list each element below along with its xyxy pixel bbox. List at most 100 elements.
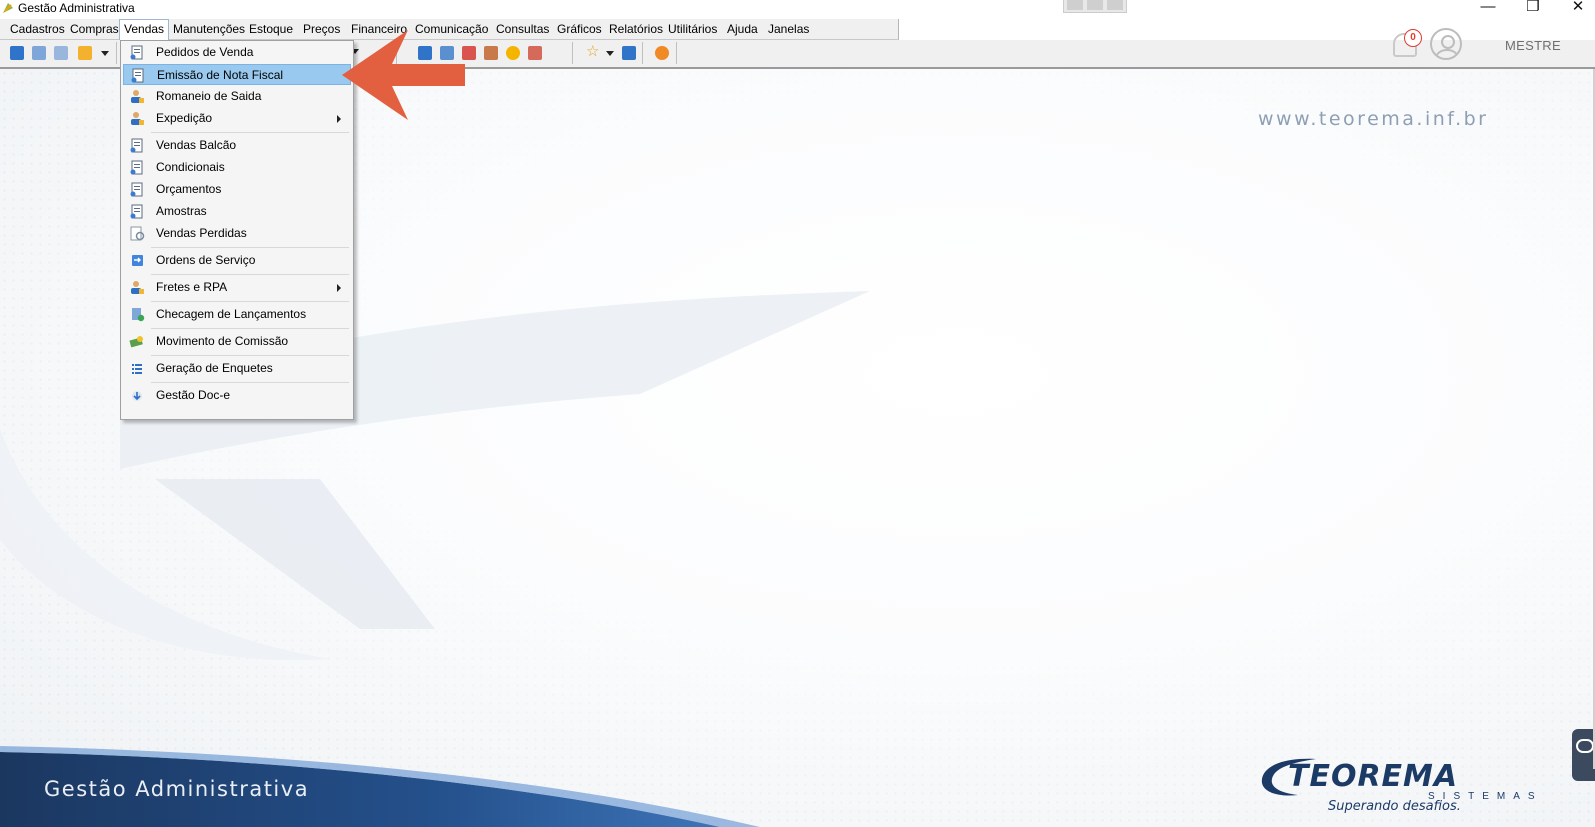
- menu-item-label: Fretes e RPA: [156, 280, 228, 294]
- info-icon[interactable]: [622, 46, 636, 60]
- menu-estoque[interactable]: Estoque: [245, 20, 297, 38]
- brand-name: TEOREMA: [1288, 759, 1459, 794]
- menu-separator: [151, 247, 349, 248]
- star-icon[interactable]: ☆: [586, 44, 600, 59]
- menu-item-label: Emissão de Nota Fiscal: [157, 68, 284, 82]
- sales-document-icon: [131, 68, 144, 83]
- card-icon[interactable]: [54, 46, 68, 60]
- menu-item-label: Vendas Perdidas: [156, 226, 247, 240]
- menu-item-label: Romaneio de Saida: [156, 89, 262, 103]
- menu-item-checagem-de-lancamentos[interactable]: Checagem de Lançamentos: [123, 304, 351, 325]
- lock-icon[interactable]: [506, 46, 520, 60]
- notification-badge: 0: [1404, 29, 1422, 47]
- menu-item-label: Movimento de Comissão: [156, 334, 289, 348]
- menu-item-label: Vendas Balcão: [156, 138, 237, 152]
- schedule-icon[interactable]: [484, 46, 498, 60]
- restore-button[interactable]: ❐: [1510, 0, 1556, 18]
- menu-separator: [151, 328, 349, 329]
- sales-document-icon: [130, 45, 143, 60]
- menu-item-label: Orçamentos: [156, 182, 222, 196]
- menu-item-expedicao[interactable]: Expedição: [123, 108, 351, 129]
- sales-document-icon: [130, 182, 143, 197]
- sales-document-icon: [130, 204, 143, 219]
- menu-separator: [151, 355, 349, 356]
- vendas-dropdown-menu: Pedidos de Venda Emissão de Nota Fiscal …: [120, 40, 354, 420]
- brand-logo: TEOREMA SISTEMAS Superando desafios.: [1258, 749, 1558, 827]
- menu-separator: [151, 132, 349, 133]
- menu-item-label: Ordens de Serviço: [156, 253, 256, 267]
- notifications-bell[interactable]: 0: [1390, 29, 1422, 59]
- check-document-icon: [132, 308, 145, 322]
- menu-item-label: Checagem de Lançamentos: [156, 307, 307, 321]
- menu-consultas[interactable]: Consultas: [492, 20, 553, 38]
- lost-sales-icon: [130, 226, 145, 241]
- menu-ajuda[interactable]: Ajuda: [723, 20, 762, 38]
- website-url: www.teorema.inf.br: [1258, 108, 1489, 130]
- menu-graficos[interactable]: Gráficos: [553, 20, 606, 38]
- power-icon[interactable]: [655, 46, 669, 60]
- menu-item-vendas-balcao[interactable]: Vendas Balcão: [123, 135, 351, 156]
- menu-relatorios[interactable]: Relatórios: [605, 20, 667, 38]
- brand-tagline: Superando desafios.: [1328, 799, 1461, 814]
- menu-vendas[interactable]: Vendas: [119, 19, 170, 40]
- service-order-icon: [132, 255, 143, 266]
- pointer-arrow-icon: [342, 30, 465, 120]
- toolbar-group-favorites: ☆: [580, 42, 643, 64]
- menu-item-vendas-perdidas[interactable]: Vendas Perdidas: [123, 223, 351, 244]
- menu-separator: [151, 382, 349, 383]
- chart-people-icon[interactable]: [32, 46, 46, 60]
- person-icon: [131, 281, 144, 294]
- menu-separator: [151, 274, 349, 275]
- embedded-window-controls[interactable]: [1063, 0, 1127, 13]
- menu-item-geracao-de-enquetes[interactable]: Geração de Enquetes: [123, 358, 351, 379]
- menu-item-condicionais[interactable]: Condicionais: [123, 157, 351, 178]
- remote-support-icon: [1576, 739, 1594, 753]
- doc-e-icon: [132, 391, 142, 401]
- chevron-down-icon[interactable]: [606, 51, 614, 56]
- menu-cadastros[interactable]: Cadastros: [6, 20, 69, 38]
- person-icon: [131, 112, 144, 125]
- list-icon: [132, 364, 142, 374]
- menu-utilitarios[interactable]: Utilitários: [664, 20, 721, 38]
- menu-item-amostras[interactable]: Amostras: [123, 201, 351, 222]
- menu-item-label: Geração de Enquetes: [156, 361, 273, 375]
- menu-separator: [151, 301, 349, 302]
- money-icon: [129, 336, 143, 348]
- chevron-down-icon[interactable]: [101, 51, 109, 56]
- menu-item-gestao-doc-e[interactable]: Gestão Doc-e: [123, 385, 351, 406]
- menu-item-label: Expedição: [156, 111, 213, 125]
- app-caption: Gestão Administrativa: [44, 777, 310, 801]
- menu-janelas[interactable]: Janelas: [764, 20, 813, 38]
- close-button[interactable]: ✕: [1555, 0, 1595, 18]
- menu-item-label: Condicionais: [156, 160, 225, 174]
- menu-item-movimento-de-comissao[interactable]: Movimento de Comissão: [123, 331, 351, 352]
- tasks-icon[interactable]: [78, 46, 92, 60]
- menu-item-label: Amostras: [156, 204, 207, 218]
- menu-item-ordens-de-servico[interactable]: Ordens de Serviço: [123, 250, 351, 271]
- toolbar-group-exit: [648, 42, 677, 64]
- sales-document-icon: [130, 138, 143, 153]
- report-search-icon[interactable]: [528, 46, 542, 60]
- remote-support-tab[interactable]: [1572, 729, 1595, 781]
- app-logo-icon: [3, 3, 13, 13]
- user-avatar[interactable]: [1430, 28, 1462, 60]
- menu-item-romaneio-de-saida[interactable]: Romaneio de Saida: [123, 86, 351, 107]
- sales-document-icon: [130, 160, 143, 175]
- person-icon: [131, 90, 144, 103]
- menu-item-fretes-e-rpa[interactable]: Fretes e RPA: [123, 277, 351, 298]
- submenu-arrow-icon: [337, 284, 341, 292]
- menu-item-label: Gestão Doc-e: [156, 388, 231, 402]
- menu-compras[interactable]: Compras: [66, 20, 123, 38]
- menu-item-orcamentos[interactable]: Orçamentos: [123, 179, 351, 200]
- menu-item-pedidos-de-venda[interactable]: Pedidos de Venda: [123, 42, 351, 63]
- toolbar-group-main: [2, 42, 117, 64]
- minimize-button[interactable]: —: [1465, 0, 1511, 18]
- window-title: Gestão Administrativa: [18, 1, 135, 15]
- home-icon[interactable]: [10, 46, 24, 60]
- user-name: MESTRE: [1505, 38, 1561, 53]
- menu-item-label: Pedidos de Venda: [156, 45, 254, 59]
- title-bar: Gestão Administrativa — ❐ ✕: [0, 0, 1595, 18]
- menu-precos[interactable]: Preços: [299, 20, 344, 38]
- menu-manutencoes[interactable]: Manutenções: [169, 20, 249, 38]
- menu-item-emissao-nota-fiscal[interactable]: Emissão de Nota Fiscal: [123, 64, 351, 85]
